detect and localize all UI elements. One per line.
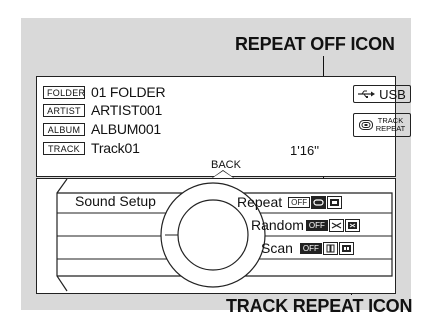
album-value: ALBUM001 xyxy=(91,121,161,137)
track-repeat-icon xyxy=(358,120,373,130)
usb-icon xyxy=(358,90,376,98)
repeat-label: Repeat xyxy=(237,194,283,210)
random-label: Random xyxy=(251,217,304,233)
repeat-option[interactable]: Repeat OFF xyxy=(237,194,343,210)
track-repeat-icon-callout: TRACK REPEAT ICON xyxy=(226,296,413,316)
artist-tag: ARTIST xyxy=(43,103,85,117)
random-track-icon[interactable] xyxy=(328,218,344,232)
repeat-off-icon[interactable]: OFF xyxy=(288,196,311,208)
elapsed-time: 1'16'' xyxy=(290,143,320,158)
artist-row: ARTIST ARTIST001 xyxy=(43,102,162,118)
random-option[interactable]: Random OFF xyxy=(251,217,360,233)
artist-value: ARTIST001 xyxy=(91,102,163,118)
album-row: ALBUM ALBUM001 xyxy=(43,121,161,137)
console-screen: Sound Setup Repeat OFF Random OFF Scan O… xyxy=(36,178,396,294)
folder-value: 01 FOLDER xyxy=(91,84,166,100)
track-row: TRACK Track01 xyxy=(43,140,140,156)
track-repeat-option-icon[interactable] xyxy=(311,195,327,209)
scan-track-icon[interactable] xyxy=(322,241,338,255)
repeat-off-icon-callout: REPEAT OFF ICON xyxy=(235,34,395,54)
folder-tag: FOLDER xyxy=(43,85,85,99)
sound-setup-option[interactable]: Sound Setup xyxy=(75,193,156,209)
folder-row: FOLDER 01 FOLDER xyxy=(43,84,166,100)
usb-source-indicator: USB xyxy=(353,85,411,103)
track-tag: TRACK xyxy=(43,141,85,155)
track-value: Track01 xyxy=(91,140,140,156)
track-repeat-label: TRACK REPEAT xyxy=(375,116,406,133)
usb-label: USB xyxy=(379,86,406,102)
scan-off-icon[interactable]: OFF xyxy=(299,242,322,254)
track-repeat-indicator: TRACK REPEAT xyxy=(353,113,411,137)
folder-repeat-option-icon[interactable] xyxy=(327,195,343,209)
scan-folder-icon[interactable] xyxy=(338,241,354,255)
random-off-icon[interactable]: OFF xyxy=(305,219,328,231)
random-folder-icon[interactable] xyxy=(344,218,360,232)
now-playing-display: FOLDER 01 FOLDER ARTIST ARTIST001 ALBUM … xyxy=(36,76,411,177)
scan-option[interactable]: Scan OFF xyxy=(261,240,354,256)
album-tag: ALBUM xyxy=(43,122,85,136)
scan-label: Scan xyxy=(261,240,293,256)
